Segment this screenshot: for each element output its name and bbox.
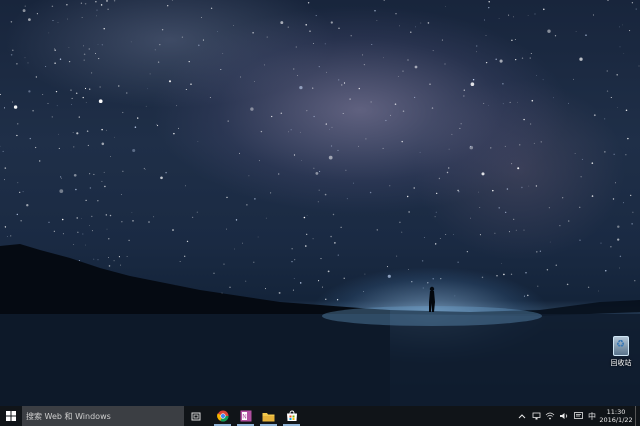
windows-logo-icon: [6, 411, 16, 421]
taskbar-app-store[interactable]: [280, 406, 303, 426]
onenote-icon: N: [240, 410, 251, 422]
search-box[interactable]: 搜索 Web 和 Windows: [22, 406, 184, 426]
task-view-icon: [191, 412, 201, 420]
recycle-bin-icon: ♻: [613, 336, 629, 356]
taskbar-app-onenote[interactable]: N: [234, 406, 257, 426]
chrome-icon: [216, 410, 229, 422]
network-icon[interactable]: [529, 406, 543, 426]
wifi-icon[interactable]: [543, 406, 557, 426]
clock-time: 11:30: [606, 408, 626, 416]
desktop[interactable]: ♻ 回收站: [0, 0, 640, 406]
search-placeholder: 搜索 Web 和 Windows: [26, 411, 111, 421]
show-desktop-button[interactable]: [635, 406, 640, 426]
chevron-up-icon[interactable]: [515, 406, 529, 426]
taskbar: 搜索 Web 和 Windows N 中 11:30 2016/1/22: [0, 406, 640, 426]
task-view-button[interactable]: [185, 406, 207, 426]
action-center-icon[interactable]: [571, 406, 585, 426]
store-icon: [286, 410, 297, 421]
taskbar-app-file-explorer[interactable]: [257, 406, 280, 426]
clock[interactable]: 11:30 2016/1/22: [599, 408, 633, 424]
person-silhouette: [429, 286, 435, 312]
start-button[interactable]: [0, 406, 22, 426]
silhouette-landscape: [0, 244, 640, 406]
volume-icon[interactable]: [557, 406, 571, 426]
svg-text:N: N: [242, 414, 247, 421]
folder-icon: [262, 412, 275, 421]
system-tray: 中 11:30 2016/1/22: [515, 406, 640, 426]
recycle-bin-label: 回收站: [610, 359, 632, 367]
taskbar-app-chrome[interactable]: [211, 406, 234, 426]
ime-indicator[interactable]: 中: [585, 406, 599, 426]
recycle-bin-desktop-icon[interactable]: ♻ 回收站: [604, 336, 638, 370]
clock-date: 2016/1/22: [599, 416, 633, 424]
